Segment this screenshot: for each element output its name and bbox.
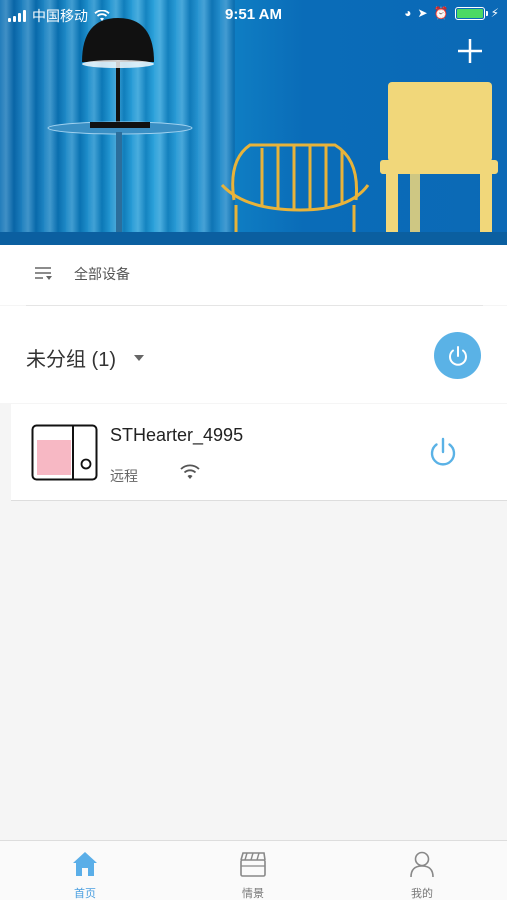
hero-illustration — [47, 18, 498, 245]
home-icon — [73, 852, 97, 876]
battery-icon — [454, 6, 488, 20]
bottom-tab-bar: 首页 情景 我的 — [0, 840, 507, 900]
scene-clapper-icon — [240, 852, 266, 877]
tab-profile[interactable]: 我的 — [362, 841, 482, 900]
group-selector[interactable]: 未分组 (1) — [26, 343, 144, 372]
group-title: 未分组 (1) — [26, 349, 116, 371]
filter-label: 全部设备 — [74, 266, 130, 282]
group-power-button[interactable] — [434, 332, 481, 379]
floor-decoration — [0, 232, 507, 245]
tab-home-label: 首页 — [74, 888, 96, 900]
location-icon: ➤ — [417, 6, 428, 20]
heater-device-icon — [31, 424, 98, 481]
device-card[interactable]: STHearter_4995 远程 — [11, 404, 507, 501]
status-bar: 中国移动 9:51 AM ◕ ➤ ⏰ ⚡ — [0, 0, 507, 28]
filter-list-icon — [35, 267, 52, 280]
tab-scene-label: 情景 — [242, 888, 264, 900]
device-power-button[interactable] — [426, 435, 460, 469]
group-header: 未分组 (1) — [0, 306, 507, 403]
rotation-lock-icon: ◕ — [404, 6, 412, 20]
device-mode-label: 远程 — [110, 468, 138, 484]
caret-down-icon — [134, 354, 144, 361]
alarm-icon: ⏰ — [433, 6, 449, 20]
tab-profile-label: 我的 — [411, 888, 433, 900]
plus-icon — [458, 39, 482, 63]
tab-scene[interactable]: 情景 — [193, 841, 313, 900]
add-device-button[interactable] — [455, 36, 485, 66]
power-icon — [448, 345, 467, 366]
tab-home[interactable]: 首页 — [25, 841, 145, 900]
device-filter-row[interactable]: 全部设备 — [0, 245, 507, 305]
wifi-icon — [180, 464, 200, 479]
user-icon — [410, 851, 434, 878]
charging-icon: ⚡ — [490, 6, 499, 20]
device-name: STHearter_4995 — [110, 425, 244, 445]
status-right: ◕ ➤ ⏰ ⚡ — [404, 6, 499, 20]
hero-banner — [0, 0, 507, 245]
app-screen: 中国移动 9:51 AM ◕ ➤ ⏰ ⚡ 全部设备 未分组 (1) STHear… — [0, 0, 507, 900]
